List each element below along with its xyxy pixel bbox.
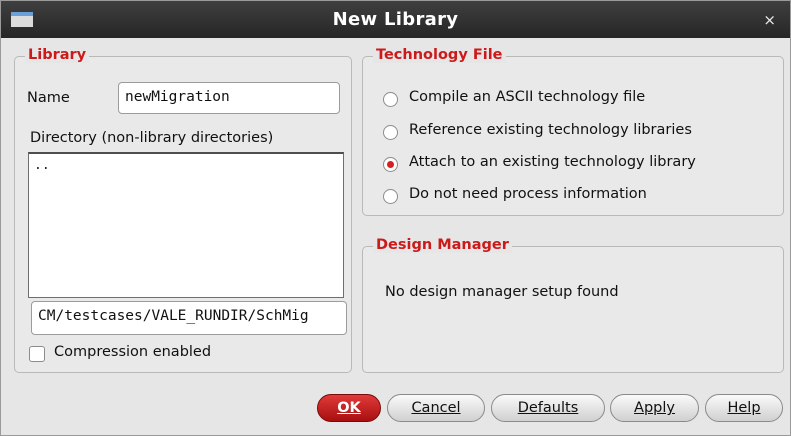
help-button[interactable]: Help	[705, 394, 783, 422]
help-button-label: Help	[727, 400, 761, 416]
defaults-button-label: Defaults	[517, 400, 579, 416]
radio-button[interactable]	[383, 189, 398, 204]
library-group: Library Name newMigration Directory (non…	[14, 47, 352, 373]
cancel-button[interactable]: Cancel	[387, 394, 485, 422]
ok-button-label: OK	[337, 400, 361, 416]
close-icon[interactable]: ×	[763, 11, 776, 29]
design-manager-group-title: Design Manager	[373, 237, 512, 253]
dialog-title: New Library	[332, 9, 459, 30]
title-bar[interactable]: New Library ×	[1, 1, 790, 38]
radio-label: Do not need process information	[409, 186, 647, 202]
compression-checkbox[interactable]	[29, 346, 45, 362]
design-manager-group: Design Manager No design manager setup f…	[362, 237, 784, 373]
name-label: Name	[27, 90, 70, 106]
apply-button-label: Apply	[634, 400, 675, 416]
technology-group-title: Technology File	[373, 47, 506, 63]
radio-button[interactable]	[383, 92, 398, 107]
apply-button[interactable]: Apply	[610, 394, 699, 422]
radio-label: Reference existing technology libraries	[409, 122, 692, 138]
directory-list-item[interactable]: ..	[34, 158, 338, 173]
technology-file-group: Technology File Compile an ASCII technol…	[362, 47, 784, 216]
ok-button[interactable]: OK	[317, 394, 381, 422]
compression-label: Compression enabled	[54, 344, 212, 360]
radio-button-selected[interactable]	[383, 157, 398, 172]
directory-path-input[interactable]: CM/testcases/VALE_RUNDIR/SchMig	[31, 301, 347, 335]
directory-label: Directory (non-library directories)	[30, 130, 274, 146]
directory-list[interactable]: ..	[28, 152, 344, 298]
radio-label: Attach to an existing technology library	[409, 154, 696, 170]
radio-label: Compile an ASCII technology file	[409, 89, 646, 105]
library-group-title: Library	[25, 47, 90, 63]
library-name-input[interactable]: newMigration	[118, 82, 340, 114]
radio-button[interactable]	[383, 125, 398, 140]
defaults-button[interactable]: Defaults	[491, 394, 605, 422]
design-manager-message: No design manager setup found	[385, 284, 619, 300]
cancel-button-label: Cancel	[411, 400, 461, 416]
new-library-dialog: New Library × Library Name newMigration …	[0, 0, 791, 436]
